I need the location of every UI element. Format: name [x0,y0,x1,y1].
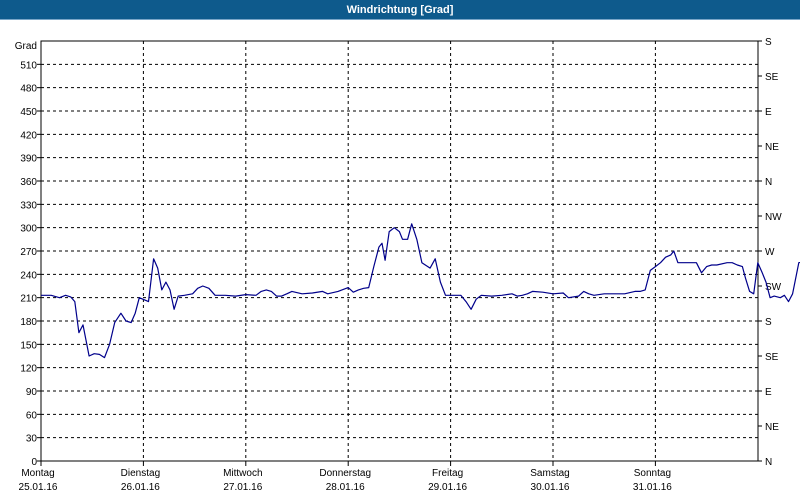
left-tick-label: 150 [20,340,37,351]
right-tick-label: S [765,37,772,48]
right-tick-label: E [765,107,772,118]
series-group [41,223,800,359]
left-axis-ticks: 0 30 60 90 120 150 180 210 240 270 300 330 360 390 420… [20,60,41,468]
x-tick-date-label: 26.01.16 [121,482,160,493]
x-tick-day-label: Donnerstag [319,468,371,479]
right-tick-label: S [765,317,772,328]
x-tick-day-label: Freitag [432,468,463,479]
left-tick-label: 30 [26,434,38,445]
x-tick-day-label: Mittwoch [223,468,262,479]
x-tick-date-label: 30.01.16 [531,482,570,493]
left-tick-label: 420 [20,130,37,141]
right-tick-label: SE [765,352,779,363]
left-tick-label: 360 [20,177,37,188]
x-tick-day-label: Samstag [530,468,569,479]
left-tick-label: 90 [26,387,38,398]
left-tick-label: 300 [20,224,37,235]
x-tick-date-label: 28.01.16 [326,482,365,493]
x-tick-date-label: 31.01.16 [633,482,672,493]
left-tick-label: 390 [20,154,37,165]
chart-title-bar: Windrichtung [Grad] [0,0,800,20]
x-tick-day-label: Dienstag [121,468,160,479]
left-tick-label: 450 [20,107,37,118]
right-tick-label: N [765,177,772,188]
left-tick-label: 480 [20,84,37,95]
left-tick-label: 270 [20,247,37,258]
left-tick-label: 330 [20,200,37,211]
x-tick-day-label: Montag [21,468,54,479]
wind-direction-chart: Grad 0 30 60 90 120 150 180 210 240 270 300 330 360 3… [15,37,800,493]
chart-title: Windrichtung [Grad] [346,4,454,16]
left-tick-label: 210 [20,294,37,305]
right-tick-label: NE [765,422,779,433]
wind-direction-line [41,223,800,359]
right-axis-ticks: NNEESESSWWNWNNEESES [758,37,782,468]
right-tick-label: SE [765,72,779,83]
x-tick-day-label: Sonntag [634,468,671,479]
right-tick-label: E [765,387,772,398]
left-tick-label: 120 [20,364,37,375]
right-tick-label: NE [765,142,779,153]
y-axis-label: Grad [15,41,37,52]
left-tick-label: 0 [31,457,37,468]
right-tick-label: NW [765,212,782,223]
left-tick-label: 60 [26,410,38,421]
grid-lines [41,41,758,461]
right-tick-label: N [765,457,772,468]
plot-area [40,40,759,462]
x-axis-ticks: Montag 25.01.16 Dienstag 26.01.16 Mittwoch 27… [19,461,672,493]
left-tick-label: 240 [20,270,37,281]
x-tick-date-label: 29.01.16 [428,482,467,493]
left-tick-label: 510 [20,60,37,71]
x-tick-date-label: 25.01.16 [19,482,58,493]
left-tick-label: 180 [20,317,37,328]
x-tick-date-label: 27.01.16 [223,482,262,493]
right-tick-label: W [765,247,775,258]
